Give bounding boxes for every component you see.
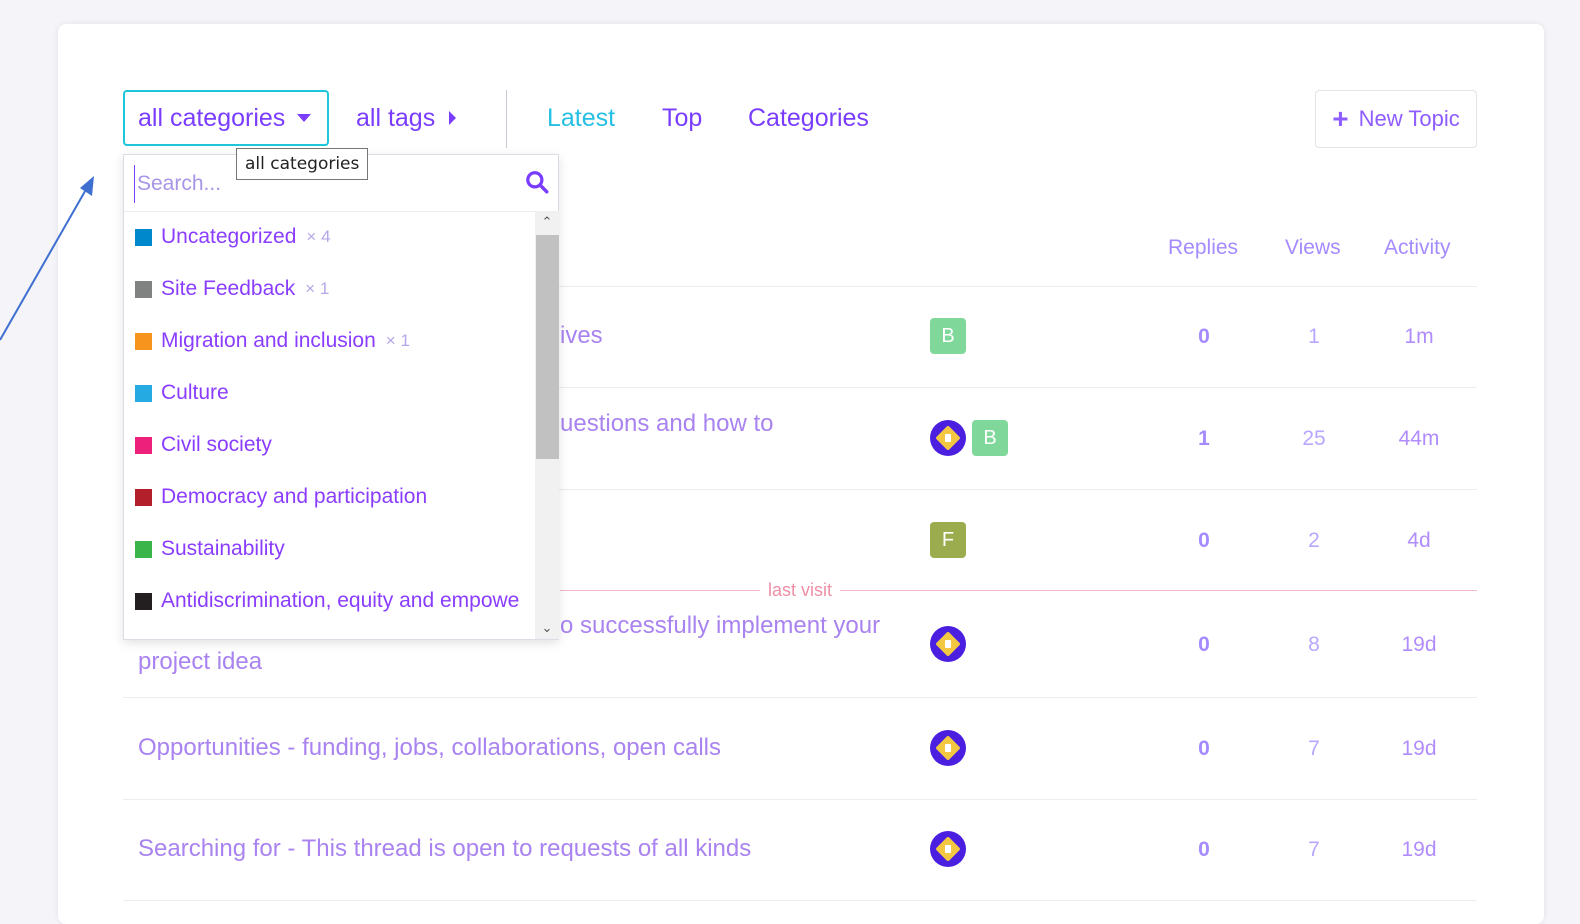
topic-title-continued[interactable]: project idea: [138, 644, 262, 680]
avatar[interactable]: B: [972, 420, 1008, 456]
category-item[interactable]: Antidiscrimination, equity and empowe: [124, 575, 534, 627]
views-count: 2: [1308, 529, 1320, 552]
row-divider: [123, 697, 1477, 698]
category-item[interactable]: Migration and inclusion × 1: [124, 315, 534, 367]
topic-title[interactable]: o successfully implement your: [560, 608, 880, 644]
category-item[interactable]: Civil society: [124, 419, 534, 471]
views-count: 7: [1308, 838, 1320, 861]
replies-count: 0: [1198, 838, 1210, 861]
category-color-swatch: [135, 592, 152, 610]
category-color-swatch: [135, 280, 152, 298]
activity-time[interactable]: 44m: [1379, 427, 1459, 451]
activity-time[interactable]: 19d: [1379, 633, 1459, 657]
topic-title[interactable]: Searching for - This thread is open to r…: [138, 831, 751, 867]
replies-count: 0: [1198, 529, 1210, 552]
tag-dropdown-label: all tags: [356, 103, 436, 132]
category-name: Democracy and participation: [161, 485, 428, 508]
header-views[interactable]: Views: [1285, 236, 1341, 260]
category-item[interactable]: Site Feedback × 1: [124, 263, 534, 315]
replies-count: 0: [1198, 633, 1210, 656]
category-name: Civil society: [161, 433, 272, 456]
topic-title[interactable]: Opportunities - funding, jobs, collabora…: [138, 730, 721, 766]
views-count: 7: [1308, 737, 1320, 760]
scroll-up-arrow-icon[interactable]: ⌃: [535, 211, 559, 233]
category-dropdown-label: all categories: [138, 103, 286, 132]
last-visit-label: last visit: [760, 580, 841, 601]
category-dropdown[interactable]: all categories: [123, 90, 329, 146]
category-item[interactable]: Culture: [124, 367, 534, 419]
views-count: 8: [1308, 633, 1320, 656]
activity-time[interactable]: 19d: [1379, 737, 1459, 761]
nav-categories[interactable]: Categories: [748, 104, 869, 133]
replies-count: 0: [1198, 737, 1210, 760]
nav-latest[interactable]: Latest: [547, 104, 615, 133]
nav-divider: [506, 90, 507, 148]
category-item[interactable]: Sustainability: [124, 523, 534, 575]
topic-title[interactable]: ives: [560, 318, 603, 354]
category-count: × 4: [306, 227, 331, 246]
category-name: Site Feedback: [161, 277, 296, 300]
activity-time[interactable]: 19d: [1379, 838, 1459, 862]
replies-count: 0: [1198, 325, 1210, 348]
activity-time[interactable]: 4d: [1379, 529, 1459, 553]
row-divider: [123, 900, 1477, 901]
category-name: Sustainability: [161, 537, 285, 560]
avatar[interactable]: B: [930, 318, 966, 354]
header-replies[interactable]: Replies: [1168, 236, 1238, 260]
scroll-down-arrow-icon[interactable]: ⌄: [535, 617, 559, 639]
tooltip: all categories: [236, 148, 369, 180]
nav-top[interactable]: Top: [662, 104, 702, 133]
plus-icon: +: [1332, 103, 1349, 134]
avatar-logo-icon[interactable]: [930, 626, 966, 662]
category-color-swatch: [135, 540, 152, 558]
avatar-logo-icon[interactable]: [930, 730, 966, 766]
views-count: 1: [1308, 325, 1320, 348]
new-topic-label: New Topic: [1358, 106, 1460, 131]
category-name: Antidiscrimination, equity and empowe: [161, 589, 520, 612]
new-topic-button[interactable]: + New Topic: [1315, 90, 1477, 148]
header-activity[interactable]: Activity: [1384, 236, 1451, 260]
tag-dropdown[interactable]: all tags: [340, 90, 490, 146]
caret-down-icon: [297, 114, 312, 122]
category-dropdown-menu: Uncategorized × 4 Site Feedback × 1 Migr…: [123, 154, 559, 640]
category-color-swatch: [135, 384, 152, 402]
category-name: Migration and inclusion: [161, 329, 376, 352]
avatar-logo-icon[interactable]: [930, 420, 966, 456]
category-item[interactable]: Democracy and participation: [124, 471, 534, 523]
category-count: × 1: [305, 279, 330, 298]
category-name: Uncategorized: [161, 225, 297, 248]
category-name: Culture: [161, 381, 229, 404]
views-count: 25: [1302, 427, 1326, 450]
avatar-logo-icon[interactable]: [930, 831, 966, 867]
topic-title[interactable]: uestions and how to: [560, 406, 773, 442]
annotation-arrow-icon: [0, 176, 94, 341]
category-color-swatch: [135, 488, 152, 506]
category-item[interactable]: Uncategorized × 4: [124, 211, 534, 263]
last-visit-line: [560, 590, 1477, 591]
category-color-swatch: [135, 332, 152, 350]
category-color-swatch: [135, 228, 152, 246]
activity-time[interactable]: 1m: [1379, 325, 1459, 349]
search-icon[interactable]: [524, 169, 550, 195]
replies-count: 1: [1198, 427, 1210, 450]
category-color-swatch: [135, 436, 152, 454]
scrollbar-thumb[interactable]: [536, 235, 559, 459]
caret-right-icon: [449, 111, 457, 125]
row-divider: [123, 799, 1477, 800]
avatar[interactable]: F: [930, 522, 966, 558]
category-count: × 1: [385, 331, 410, 350]
